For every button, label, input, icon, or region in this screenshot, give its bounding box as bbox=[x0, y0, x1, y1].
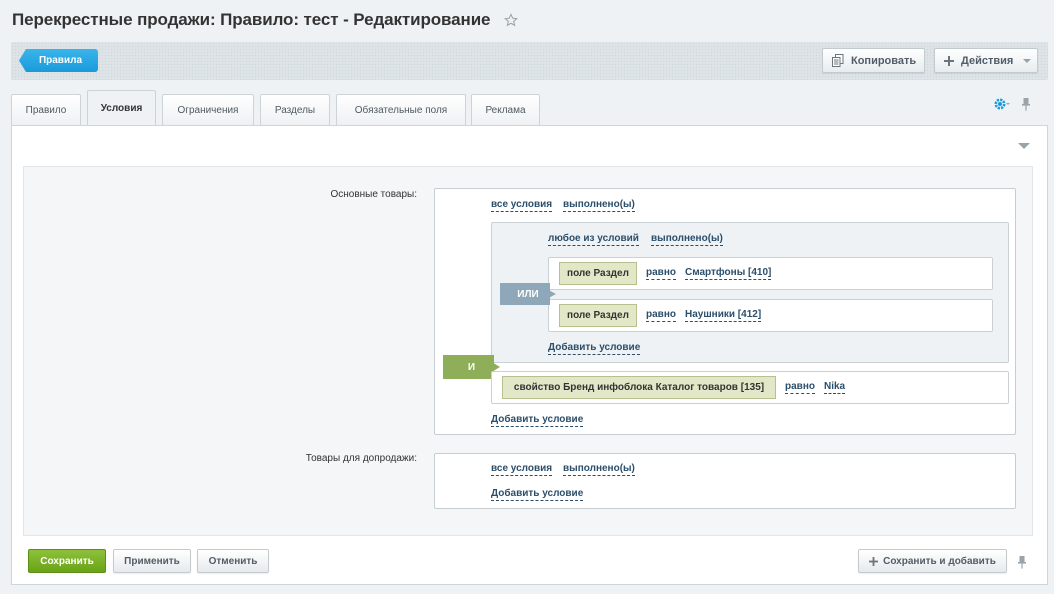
operator-link[interactable]: равно bbox=[646, 267, 676, 280]
add-condition-link[interactable]: Добавить условие bbox=[548, 342, 641, 355]
operator-link[interactable]: равно bbox=[785, 381, 815, 394]
tab-advertising[interactable]: Реклама bbox=[471, 94, 540, 125]
toolbar: Правила Копировать Действия bbox=[11, 42, 1048, 80]
add-condition-link[interactable]: Добавить условие bbox=[491, 488, 584, 501]
fulfilled-link[interactable]: выполнено(ы) bbox=[563, 463, 635, 476]
page-title: Перекрестные продажи: Правило: тест - Ре… bbox=[12, 10, 491, 29]
condition-row: свойство Бренд инфоблока Каталог товаров… bbox=[491, 371, 1009, 404]
tab-conditions[interactable]: Условия bbox=[87, 90, 156, 126]
actions-button[interactable]: Действия bbox=[934, 48, 1038, 73]
pin-icon[interactable] bbox=[1021, 97, 1031, 116]
tab-sections[interactable]: Разделы bbox=[260, 94, 330, 125]
or-condition-group: любое из условий выполнено(ы) поле Разде… bbox=[491, 222, 1009, 363]
main-goods-label: Основные товары: bbox=[330, 189, 417, 200]
condition-row: поле Раздел равно Смартфоны [410] bbox=[548, 257, 993, 290]
add-condition-link[interactable]: Добавить условие bbox=[491, 414, 584, 427]
copy-button[interactable]: Копировать bbox=[822, 48, 925, 73]
save-button[interactable]: Сохранить bbox=[28, 549, 106, 573]
fulfilled-link[interactable]: выполнено(ы) bbox=[563, 199, 635, 212]
apply-button[interactable]: Применить bbox=[113, 549, 191, 573]
or-badge: ИЛИ bbox=[500, 283, 556, 305]
gear-icon[interactable] bbox=[994, 97, 1010, 116]
value-link[interactable]: Наушники [412] bbox=[685, 309, 762, 322]
pin-icon[interactable] bbox=[1017, 555, 1027, 574]
main-goods-conditions: все условия выполнено(ы) любое из услови… bbox=[434, 188, 1016, 435]
save-and-add-label: Сохранить и добавить bbox=[883, 555, 996, 567]
collapse-icon[interactable] bbox=[1018, 143, 1030, 149]
save-and-add-button[interactable]: Сохранить и добавить bbox=[858, 549, 1007, 573]
value-link[interactable]: Смартфоны [410] bbox=[685, 267, 772, 280]
plus-icon bbox=[944, 55, 954, 66]
all-conditions-link[interactable]: все условия bbox=[491, 463, 553, 476]
field-tag[interactable]: поле Раздел bbox=[559, 304, 637, 327]
copy-icon bbox=[832, 54, 844, 67]
chevron-down-icon bbox=[1023, 58, 1032, 63]
plus-icon bbox=[869, 556, 879, 566]
all-conditions-link[interactable]: все условия bbox=[491, 199, 553, 212]
back-to-rules-button[interactable]: Правила bbox=[19, 49, 98, 72]
tab-restrictions[interactable]: Ограничения bbox=[162, 94, 254, 125]
tab-settings-area bbox=[994, 97, 1031, 116]
operator-link[interactable]: равно bbox=[646, 309, 676, 322]
condition-row: поле Раздел равно Наушники [412] bbox=[548, 299, 993, 332]
fulfilled-link[interactable]: выполнено(ы) bbox=[651, 233, 723, 246]
upsell-goods-conditions: все условия выполнено(ы) Добавить услови… bbox=[434, 453, 1016, 509]
upsell-goods-label: Товары для допродажи: bbox=[305, 453, 417, 464]
title-row: Перекрестные продажи: Правило: тест - Ре… bbox=[12, 8, 519, 32]
field-tag[interactable]: свойство Бренд инфоблока Каталог товаров… bbox=[502, 376, 776, 399]
cancel-button[interactable]: Отменить bbox=[197, 549, 269, 573]
field-tag[interactable]: поле Раздел bbox=[559, 262, 637, 285]
copy-label: Копировать bbox=[851, 54, 917, 67]
any-conditions-link[interactable]: любое из условий bbox=[548, 233, 639, 246]
conditions-area: Основные товары: все условия выполнено(ы… bbox=[23, 166, 1033, 536]
value-link[interactable]: Nika bbox=[824, 381, 846, 394]
conditions-panel: Основные товары: все условия выполнено(ы… bbox=[11, 125, 1048, 585]
tab-rule[interactable]: Правило bbox=[11, 94, 81, 125]
tab-required-fields[interactable]: Обязательные поля bbox=[336, 94, 466, 125]
actions-label: Действия bbox=[961, 54, 1014, 67]
star-icon[interactable] bbox=[504, 13, 519, 27]
